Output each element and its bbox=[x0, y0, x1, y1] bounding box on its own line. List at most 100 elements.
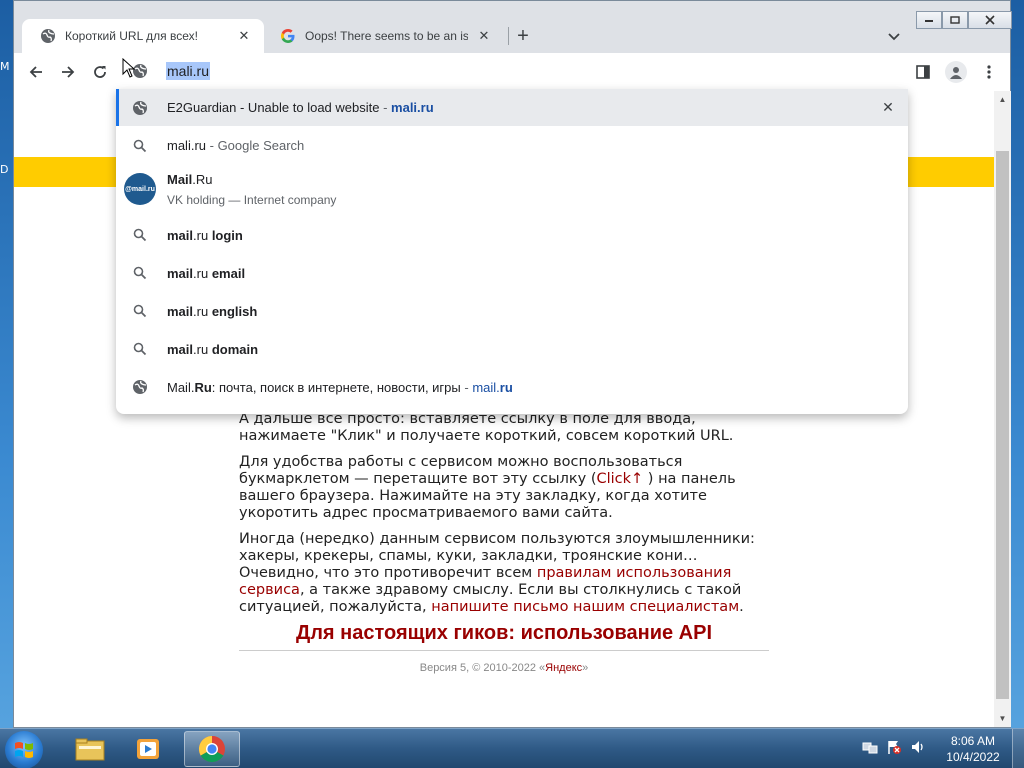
system-tray bbox=[862, 739, 926, 760]
page-content: А дальше все просто: вставляете ссылку в… bbox=[239, 411, 769, 677]
suggestion-text: mali.ru - Google Search bbox=[167, 138, 304, 153]
folder-icon bbox=[75, 738, 105, 761]
taskbar-chrome[interactable] bbox=[184, 731, 240, 767]
clock-time: 8:06 AM bbox=[950, 734, 996, 748]
yandex-link[interactable]: Яндекс bbox=[545, 662, 582, 674]
text: Ru bbox=[194, 379, 212, 395]
suggestion-entity[interactable]: @mail.ru Mail.Ru VK holding — Internet c… bbox=[116, 165, 908, 213]
network-icon[interactable] bbox=[862, 739, 878, 760]
desktop-text: M bbox=[0, 60, 10, 73]
text: .ru bbox=[193, 303, 212, 319]
suggestion-url: mali.ru bbox=[391, 100, 434, 115]
text: : почта, поиск в интернете, новости, игр… bbox=[211, 379, 461, 395]
scroll-down-arrow[interactable]: ▼ bbox=[994, 710, 1011, 727]
text: .Ru bbox=[192, 172, 213, 187]
page-scrollbar[interactable]: ▲ ▼ bbox=[994, 91, 1011, 727]
text: mail bbox=[167, 341, 194, 357]
chevron-down-icon[interactable] bbox=[884, 27, 904, 47]
suggestion-text: E2Guardian - Unable to load website - ma… bbox=[167, 100, 434, 115]
suggestion-text: mail.ru domain bbox=[167, 342, 258, 357]
search-icon bbox=[132, 138, 148, 154]
tab-separator bbox=[508, 27, 509, 45]
globe-icon bbox=[132, 100, 148, 116]
suggestion-url: mail. bbox=[472, 379, 500, 395]
text: .ru bbox=[193, 265, 212, 281]
suggestion-history[interactable]: E2Guardian - Unable to load website - ma… bbox=[116, 89, 908, 126]
search-icon bbox=[132, 341, 148, 357]
suggestion-url: ru bbox=[499, 379, 513, 395]
taskbar: 8:06 AM 10/4/2022 bbox=[0, 728, 1024, 768]
desktop-text: D bbox=[0, 163, 9, 176]
suggestion-text: mail.ru english bbox=[167, 304, 257, 319]
scroll-up-arrow[interactable]: ▲ bbox=[994, 91, 1011, 108]
text: .ru bbox=[193, 341, 212, 357]
text: .ru bbox=[193, 227, 212, 243]
media-player-icon bbox=[137, 739, 159, 759]
globe-icon bbox=[40, 28, 56, 44]
remove-suggestion-icon[interactable]: ✕ bbox=[880, 99, 896, 116]
menu-dots-icon[interactable] bbox=[978, 61, 1000, 83]
back-arrow-icon[interactable] bbox=[25, 61, 47, 83]
close-tab-icon[interactable]: ✕ bbox=[474, 26, 494, 46]
text: » bbox=[582, 662, 589, 674]
search-icon bbox=[132, 303, 148, 319]
separator: - bbox=[379, 100, 392, 115]
address-input[interactable]: mali.ru bbox=[166, 62, 211, 80]
window-controls bbox=[916, 11, 1012, 29]
close-window-button[interactable] bbox=[968, 11, 1012, 29]
tab-title: Короткий URL для всех! bbox=[65, 29, 198, 43]
address-bar[interactable]: mali.ru bbox=[116, 57, 907, 85]
text: email bbox=[211, 265, 246, 281]
side-panel-icon[interactable] bbox=[912, 61, 934, 83]
minimize-button[interactable] bbox=[916, 11, 942, 29]
start-button[interactable] bbox=[5, 731, 43, 768]
paragraph: Иногда (нередко) данным сервисом пользую… bbox=[239, 531, 769, 616]
suggestion-history[interactable]: Mail.Ru: почта, поиск в интернете, новос… bbox=[116, 368, 908, 406]
text: Mail bbox=[167, 172, 193, 187]
search-icon bbox=[132, 227, 148, 243]
suggestion-query: mali.ru bbox=[167, 138, 207, 153]
tab-oops[interactable]: Oops! There seems to be an issue ✕ bbox=[262, 19, 504, 53]
taskbar-media-player[interactable] bbox=[120, 731, 176, 767]
close-tab-icon[interactable]: ✕ bbox=[234, 26, 254, 46]
suggestion-text: mail.ru login bbox=[167, 228, 243, 243]
suggestion-search[interactable]: mail.ru english bbox=[116, 292, 908, 330]
globe-icon bbox=[132, 379, 148, 395]
suggestion-suffix: - Google Search bbox=[206, 138, 305, 153]
text: mail bbox=[167, 265, 194, 281]
divider bbox=[239, 650, 769, 651]
maximize-button[interactable] bbox=[942, 11, 968, 29]
mailru-logo: @mail.ru bbox=[124, 173, 156, 205]
show-desktop-button[interactable] bbox=[1012, 729, 1024, 768]
flag-icon[interactable] bbox=[886, 739, 902, 760]
bookmarklet-link[interactable]: Click↑ bbox=[596, 471, 643, 487]
suggestion-search[interactable]: mail.ru login bbox=[116, 216, 908, 254]
system-clock[interactable]: 8:06 AM 10/4/2022 bbox=[938, 733, 1008, 765]
entity-subtitle: VK holding — Internet company bbox=[167, 193, 337, 207]
tab-short-url[interactable]: Короткий URL для всех! ✕ bbox=[22, 19, 264, 53]
contact-link[interactable]: напишите письмо нашим специалистам bbox=[431, 599, 739, 615]
suggestion-text: mail.ru email bbox=[167, 266, 245, 281]
speaker-icon[interactable] bbox=[910, 739, 926, 760]
text: . bbox=[739, 599, 744, 615]
reload-icon[interactable] bbox=[89, 61, 111, 83]
api-heading[interactable]: Для настоящих гиков: использование API bbox=[239, 623, 769, 643]
page-footer: Версия 5, © 2010-2022 «Яндекс» bbox=[239, 660, 769, 677]
suggestion-search[interactable]: mail.ru domain bbox=[116, 330, 908, 368]
new-tab-button[interactable]: + bbox=[512, 25, 534, 47]
suggestion-search[interactable]: mali.ru - Google Search bbox=[116, 127, 908, 164]
tab-strip: Короткий URL для всех! ✕ Oops! There see… bbox=[14, 1, 1012, 53]
search-icon bbox=[132, 265, 148, 281]
clock-date: 10/4/2022 bbox=[946, 750, 1000, 764]
paragraph: Для удобства работы с сервисом можно вос… bbox=[239, 454, 769, 522]
suggestion-search[interactable]: mail.ru email bbox=[116, 254, 908, 292]
separator: - bbox=[460, 379, 473, 395]
scrollbar-thumb[interactable] bbox=[996, 151, 1009, 699]
profile-avatar[interactable] bbox=[945, 61, 967, 83]
text: mail bbox=[167, 303, 194, 319]
forward-arrow-icon[interactable] bbox=[57, 61, 79, 83]
taskbar-explorer[interactable] bbox=[62, 731, 118, 767]
google-icon bbox=[280, 28, 296, 44]
omnibox-suggestions: E2Guardian - Unable to load website - ma… bbox=[116, 89, 908, 414]
suggestion-title: E2Guardian - Unable to load website bbox=[167, 100, 380, 115]
